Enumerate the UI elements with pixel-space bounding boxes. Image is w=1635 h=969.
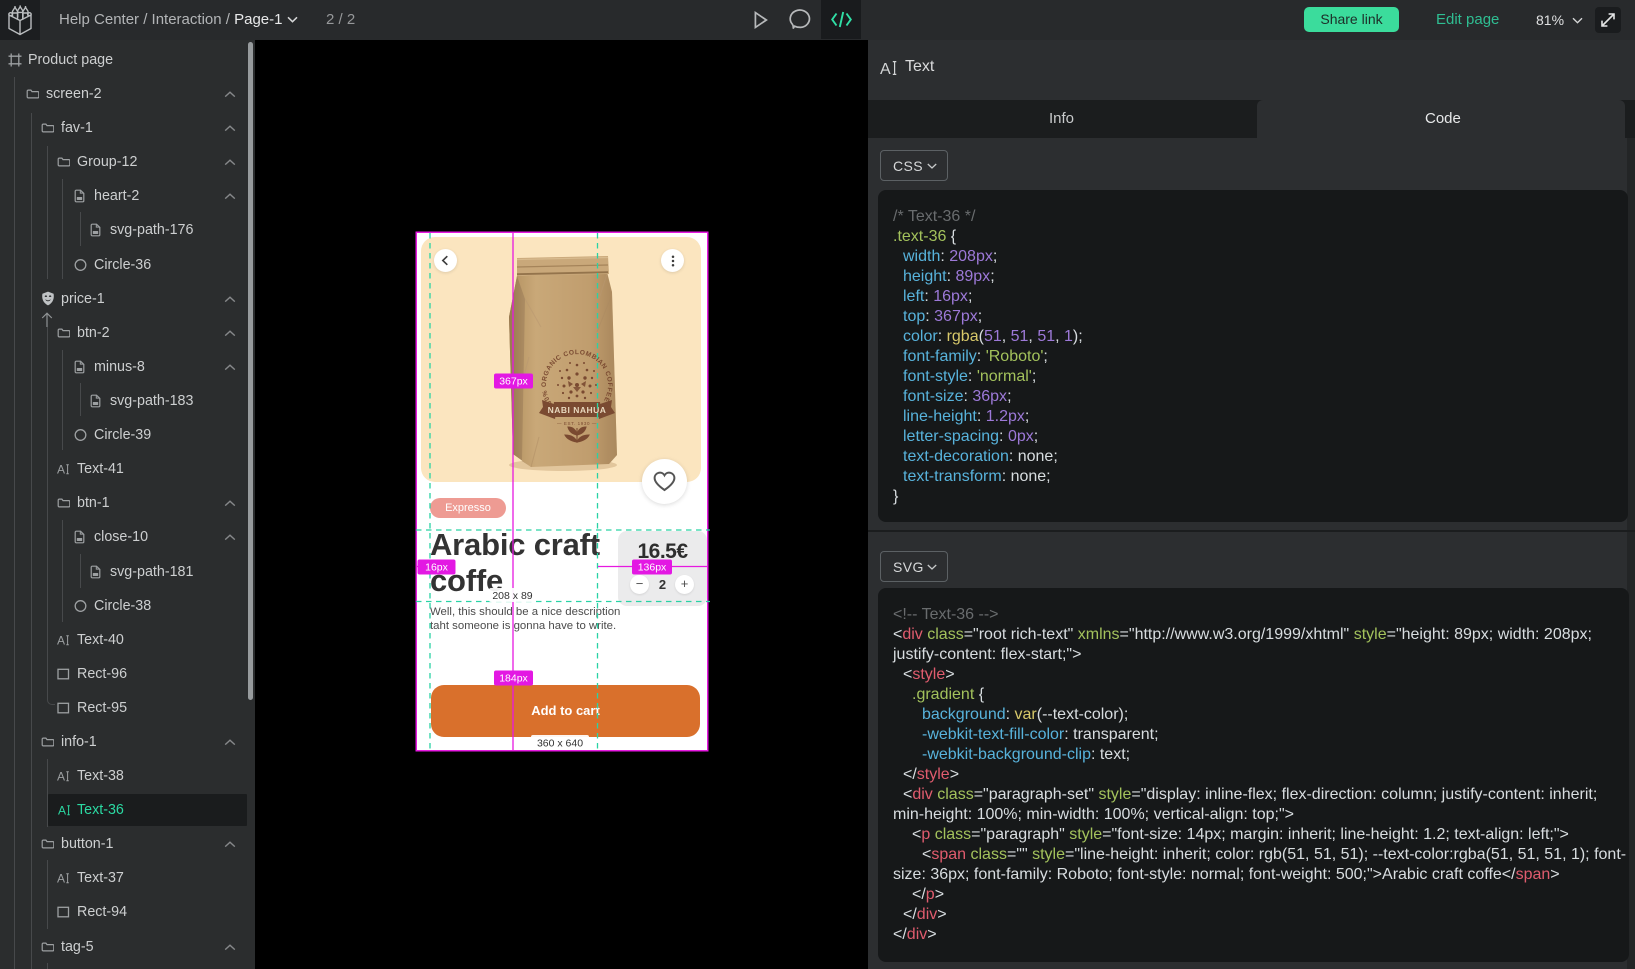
svg-text:360 x 640: 360 x 640	[537, 738, 583, 750]
svg-text:A: A	[58, 804, 66, 817]
svg-text:136px: 136px	[638, 562, 667, 574]
svg-text:367px: 367px	[499, 376, 528, 388]
svg-text:16px: 16px	[425, 562, 449, 574]
svg-text:184px: 184px	[499, 673, 528, 685]
svg-text:A: A	[57, 872, 65, 885]
svg-text:A: A	[57, 770, 65, 783]
svg-text:A: A	[57, 634, 65, 647]
svg-text:A: A	[880, 61, 891, 77]
svg-text:A: A	[57, 463, 65, 476]
svg-text:208 x 89: 208 x 89	[492, 590, 532, 602]
